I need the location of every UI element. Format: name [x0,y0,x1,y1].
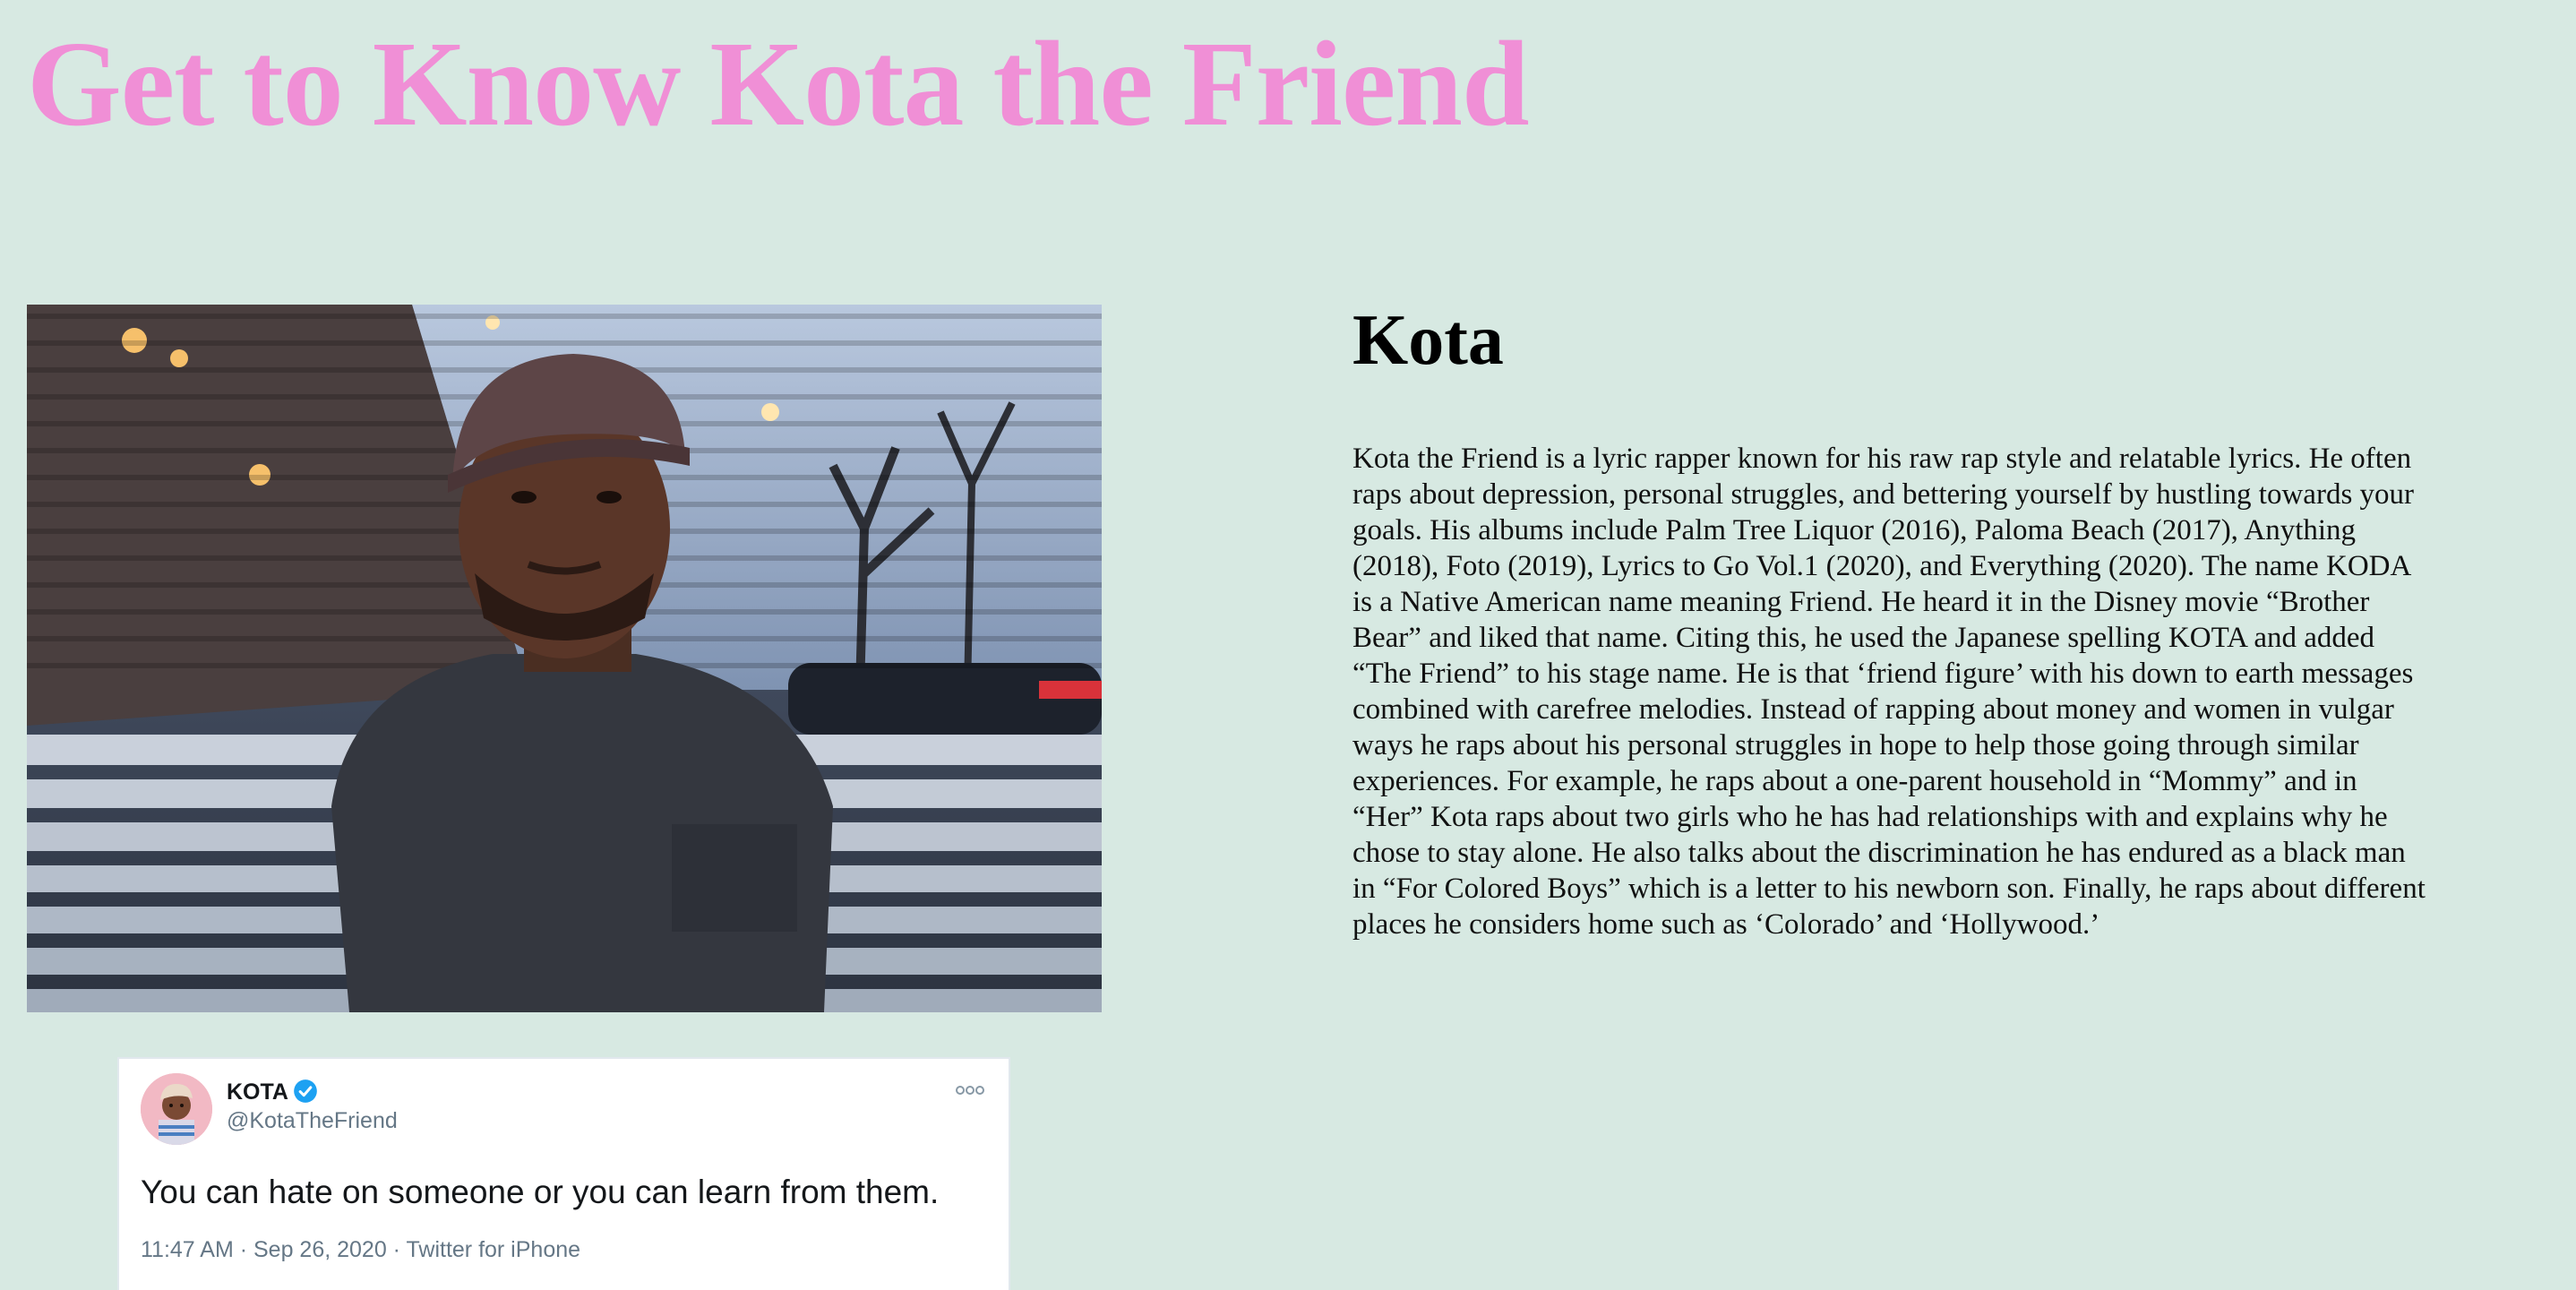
more-options-icon[interactable] [955,1084,985,1096]
embedded-tweet[interactable]: KOTA @KotaTheFriend You can hate on some… [117,1057,1010,1290]
kota-portrait-photo [27,305,1102,1012]
tweet-author-handle[interactable]: @KotaTheFriend [227,1107,398,1134]
tweet-text: You can hate on someone or you can learn… [141,1174,940,1210]
avatar[interactable] [141,1073,212,1145]
page-title: Get to Know Kota the Friend [27,17,1530,151]
verified-badge-icon [294,1079,317,1103]
tweet-author-name[interactable]: KOTA [227,1079,288,1105]
tweet-timestamp[interactable]: 11:47 AM · Sep 26, 2020 · Twitter for iP… [141,1236,580,1263]
bio-text: Kota the Friend is a lyric rapper known … [1352,443,2426,941]
bio-heading: Kota [1352,301,1504,380]
